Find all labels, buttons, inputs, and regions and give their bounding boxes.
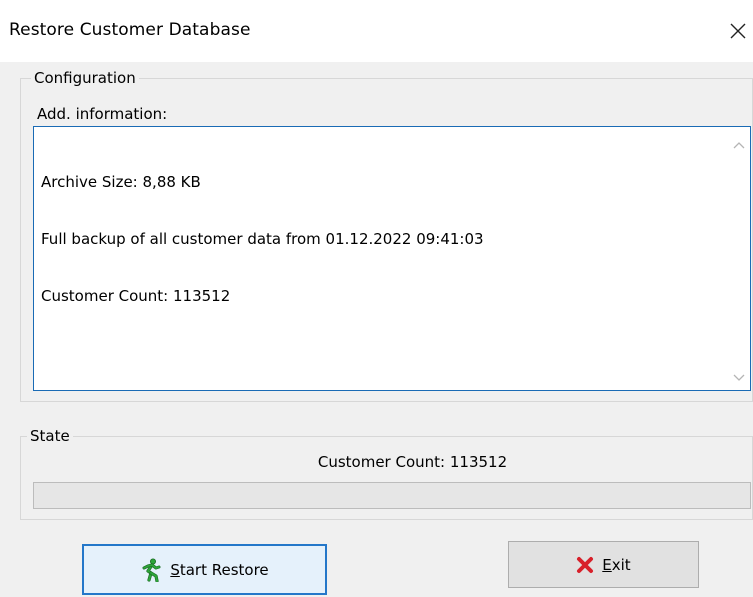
add-information-text: Archive Size: 8,88 KB Full backup of all…: [41, 135, 484, 344]
title-bar: Restore Customer Database: [0, 0, 753, 62]
scroll-down-arrow-icon[interactable]: [732, 368, 746, 381]
info-line-archive-size: Archive Size: 8,88 KB: [41, 173, 201, 191]
exit-button[interactable]: Exit: [508, 541, 699, 588]
close-button[interactable]: [723, 14, 753, 48]
state-group-label: State: [27, 427, 73, 445]
state-status-text: Customer Count: 113512: [317, 453, 508, 471]
scroll-up-arrow-icon[interactable]: [732, 137, 746, 149]
running-man-icon: [140, 558, 162, 582]
start-restore-button[interactable]: Start Restore: [82, 544, 327, 595]
red-x-icon: [576, 556, 594, 574]
add-information-label: Add. information:: [37, 105, 168, 123]
window-title: Restore Customer Database: [9, 20, 251, 40]
add-information-textarea[interactable]: Archive Size: 8,88 KB Full backup of all…: [33, 126, 751, 391]
start-restore-label: Start Restore: [170, 560, 269, 579]
info-line-customer-count: Customer Count: 113512: [41, 287, 231, 305]
configuration-group-label: Configuration: [31, 69, 139, 87]
progress-bar: [33, 482, 751, 509]
exit-label: Exit: [602, 555, 631, 574]
info-line-backup: Full backup of all customer data from 01…: [41, 230, 484, 248]
close-icon: [730, 23, 746, 39]
